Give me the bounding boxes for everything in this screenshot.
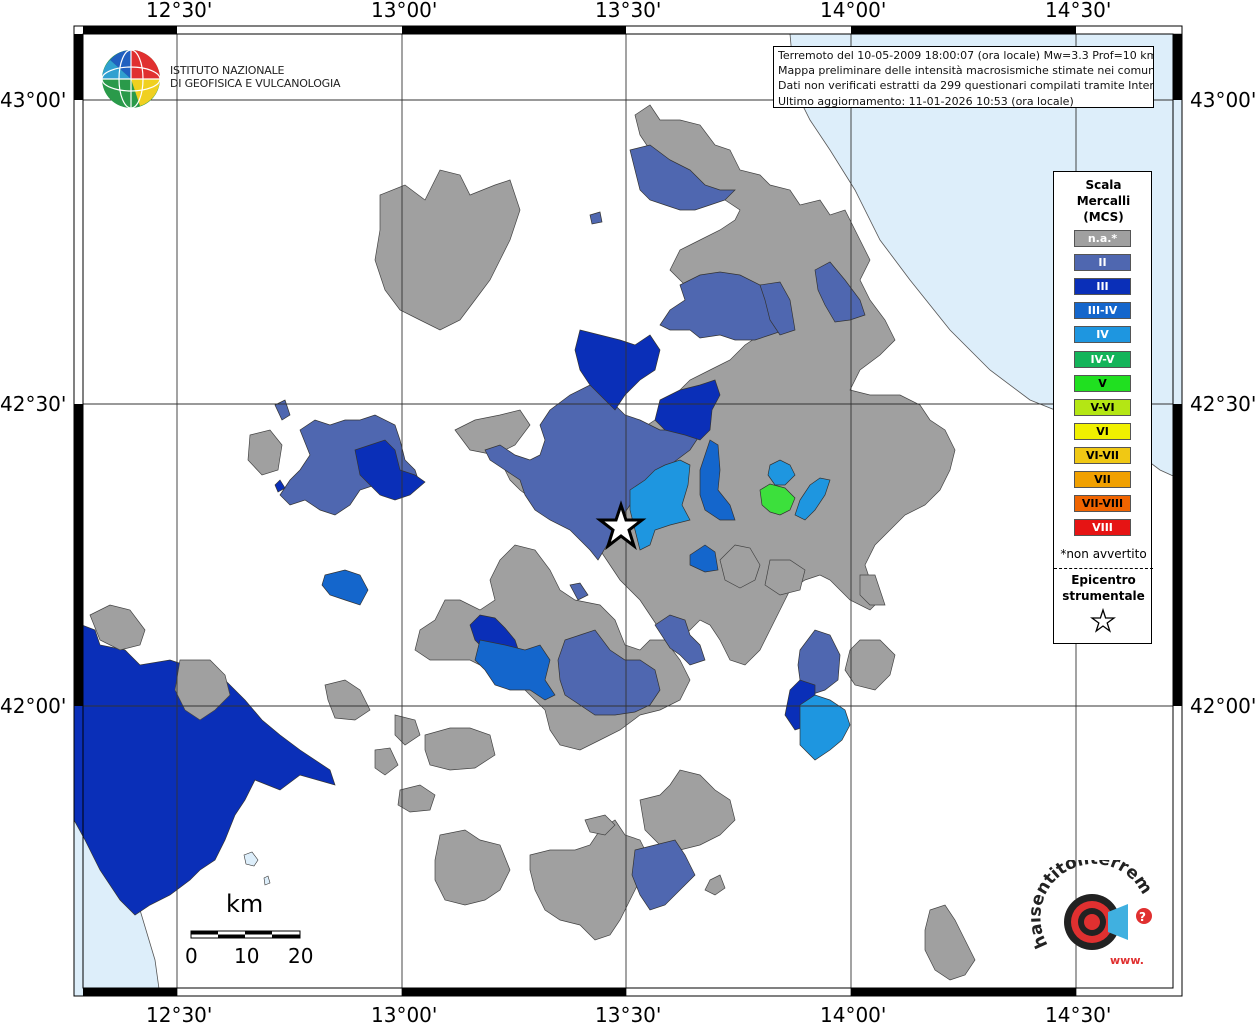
legend-swatch: IV (1074, 326, 1131, 344)
left-lat-label: 43°00' (0, 88, 67, 112)
legend-swatch: VI-VII (1074, 446, 1131, 464)
target-icon: haisentitoilterremoto.it ? www. (1024, 845, 1156, 967)
legend-swatch: V (1074, 374, 1131, 392)
right-lat-label: 43°00' (1190, 88, 1255, 112)
legend-epicenter-line: Epicentro (1071, 573, 1136, 587)
legend-swatch: VIII (1074, 519, 1131, 537)
legend-swatch: III (1074, 278, 1131, 296)
bottom-lon-label: 13°30' (595, 1003, 662, 1027)
top-lon-label: 13°30' (595, 0, 662, 22)
institute-line2: DI GEOFISICA E VULCANOLOGIA (170, 77, 341, 90)
lake-small (263, 875, 271, 886)
scale-tick: 10 (234, 944, 260, 968)
lake (243, 851, 259, 867)
question-mark: ? (1139, 910, 1146, 924)
hai-sentito-logo: haisentitoilterremoto.it ? www. (1024, 845, 1160, 975)
top-lon-label: 12°30' (146, 0, 213, 22)
bottom-lon-label: 14°30' (1045, 1003, 1112, 1027)
bottom-lon-label: 14°00' (820, 1003, 887, 1027)
left-lat-label: 42°30' (0, 392, 67, 416)
scale-tick: 20 (288, 944, 314, 968)
legend-swatch: IV-V (1074, 350, 1131, 368)
event-info-box: Terremoto del 10-05-2009 18:00:07 (ora l… (773, 46, 1154, 108)
macroseismic-map: 12°30' 13°00' 13°30' 14°00' 14°30' 12°30… (0, 0, 1255, 1027)
legend-swatch: VI (1074, 422, 1131, 440)
legend-swatch: III-IV (1074, 302, 1131, 320)
scale-bar-graphic (190, 930, 301, 939)
top-lon-label: 14°00' (820, 0, 887, 22)
legend-swatch: n.a.* (1074, 230, 1131, 247)
institute-line1: ISTITUTO NAZIONALE (170, 64, 285, 77)
municipalities-na (89, 104, 976, 981)
star-icon (1090, 608, 1116, 633)
legend-separator (1054, 568, 1153, 569)
top-lon-label: 13°00' (371, 0, 438, 22)
legend-title: Scala Mercalli (MCS) (1054, 177, 1153, 225)
legend-epicenter-line: strumentale (1062, 589, 1145, 603)
scale-bar: km 0 10 20 (180, 890, 330, 970)
legend-epicenter: Epicentro strumentale (1054, 572, 1153, 604)
info-line: Ultimo aggiornamento: 11-01-2026 10:53 (… (778, 94, 1074, 108)
legend-note: *non avvertito (1060, 547, 1147, 561)
right-lat-label: 42°00' (1190, 694, 1255, 718)
scale-tick: 0 (185, 944, 198, 968)
info-line: Mappa preliminare delle intensità macros… (778, 64, 1153, 78)
top-lon-label: 14°30' (1045, 0, 1112, 22)
globe-icon (101, 49, 161, 109)
info-line: Dati non verificati estratti da 299 ques… (778, 79, 1153, 93)
legend-swatch: VII (1074, 471, 1131, 488)
ingv-logo: ISTITUTO NAZIONALE DI GEOFISICA E VULCAN… (100, 48, 341, 110)
right-lat-label: 42°30' (1190, 392, 1255, 416)
left-lat-label: 42°00' (0, 694, 67, 718)
scale-unit: km (226, 890, 264, 918)
legend-swatch: V-VI (1074, 398, 1131, 416)
legend-swatch: II (1074, 254, 1131, 272)
legend-swatch: VII-VIII (1074, 495, 1131, 513)
institute-name: ISTITUTO NAZIONALE DI GEOFISICA E VULCAN… (170, 64, 341, 90)
legend-title-line: Scala (1085, 178, 1122, 192)
brand-www: www. (1110, 954, 1144, 967)
legend-title-line: Mercalli (1076, 194, 1131, 208)
mcs-legend: Scala Mercalli (MCS) n.a.* II III III-IV IV I… (1053, 171, 1153, 644)
legend-title-line: (MCS) (1083, 210, 1124, 224)
bottom-lon-label: 12°30' (146, 1003, 213, 1027)
info-line: Terremoto del 10-05-2009 18:00:07 (ora l… (778, 49, 1153, 62)
bottom-lon-label: 13°00' (371, 1003, 438, 1027)
